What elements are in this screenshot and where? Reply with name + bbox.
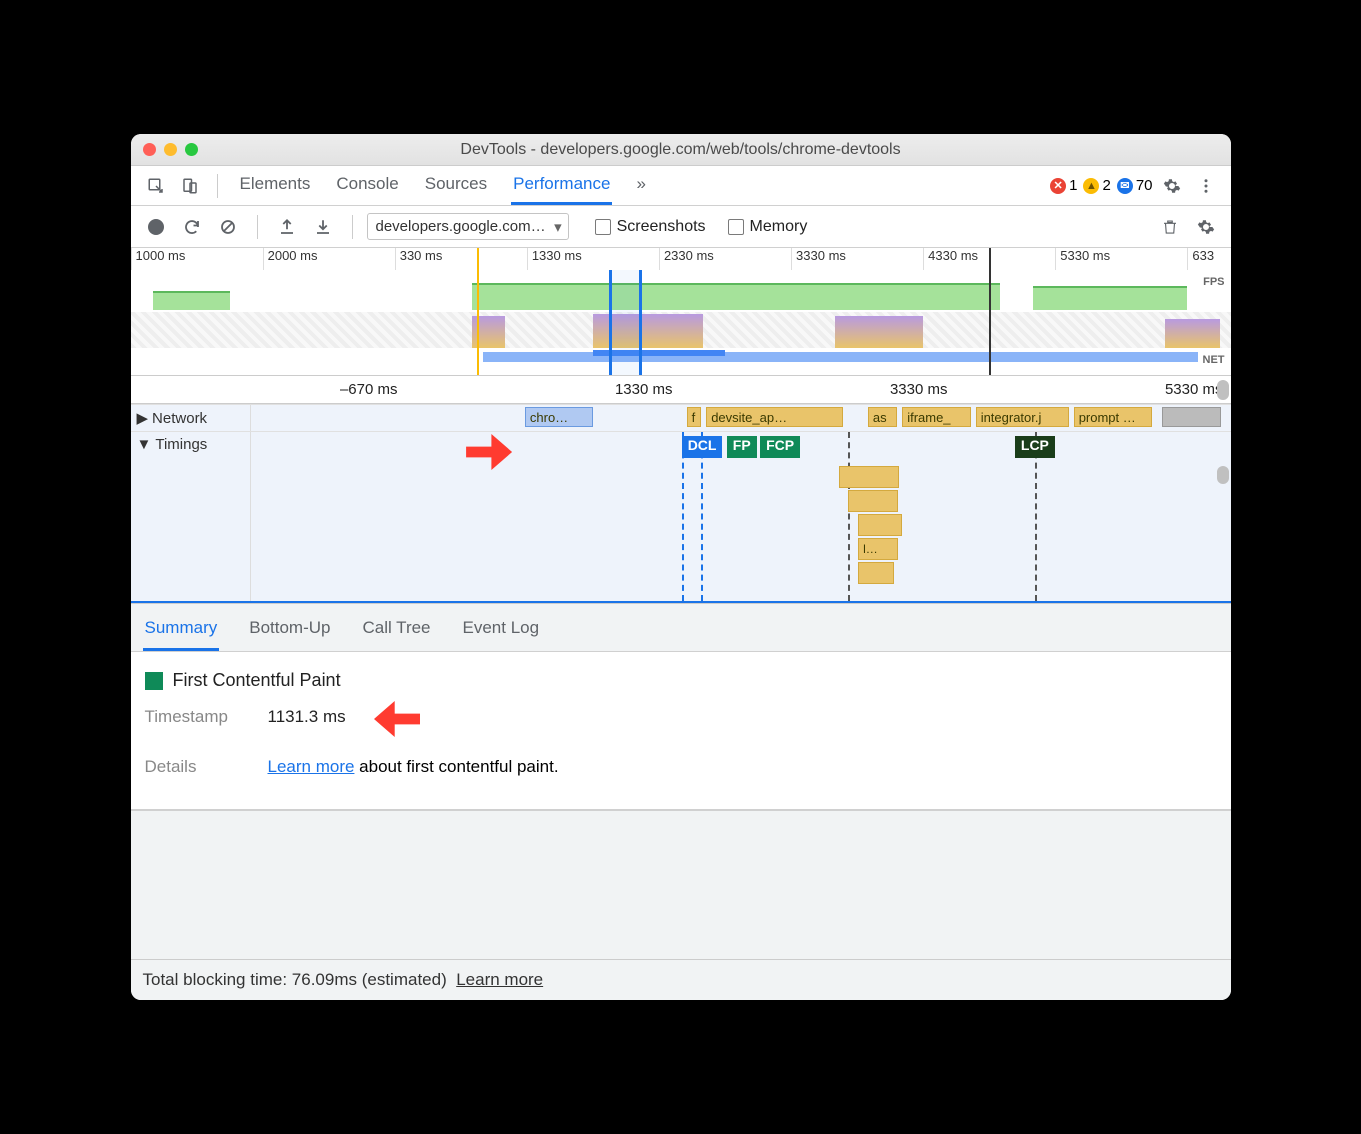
summary-title: First Contentful Paint [145,670,1217,691]
tab-elements[interactable]: Elements [238,166,313,205]
timings-row[interactable]: ▼ Timings l… DCLFPFCP LCP [131,431,1231,601]
network-row[interactable]: ▶ Network chro… fdevsite_ap… asiframe_inte… [131,404,1231,431]
close-window-button[interactable] [143,143,156,156]
flamechart-rows: ▶ Network chro… fdevsite_ap… asiframe_inte… [131,404,1231,603]
annotation-arrow-icon [466,434,512,470]
timing-marker-fp[interactable]: FP [727,436,757,458]
network-request-block[interactable]: iframe_ [902,407,971,427]
timings-row-body[interactable]: l… DCLFPFCP LCP [251,432,1231,601]
annotation-arrow-icon [374,701,420,737]
message-count[interactable]: ✉70 [1117,177,1153,194]
settings-gear-icon[interactable] [1157,171,1187,201]
inspect-element-icon[interactable] [141,171,171,201]
clear-button[interactable] [213,212,243,242]
expand-icon: ▶ [137,409,149,427]
empty-lower-pane [131,809,1231,959]
overview-lanes[interactable]: FPS CPU NET [131,270,1231,375]
delete-recording-icon[interactable] [1155,212,1185,242]
vertical-scrollbar[interactable] [1217,466,1229,484]
details-label: Details [145,757,250,777]
screenshots-checkbox[interactable]: Screenshots [595,218,706,236]
details-text: Learn more about first contentful paint. [268,757,559,777]
summary-pane: First Contentful Paint Timestamp 1131.3 … [131,652,1231,809]
net-lane [131,350,1231,364]
network-request-block[interactable]: integrator.j [976,407,1069,427]
cpu-lane [131,312,1231,348]
timing-marker-lcp[interactable]: LCP [1015,436,1055,458]
network-row-body[interactable]: chro… fdevsite_ap… asiframe_integrator.jpr… [251,405,1231,431]
divider [352,215,353,239]
network-request-block[interactable]: devsite_ap… [706,407,843,427]
tab-performance[interactable]: Performance [511,166,612,205]
flamechart-panel: –670 ms 1330 ms 3330 ms 5330 ms ▶ Networ… [131,376,1231,603]
long-task-block[interactable] [858,562,894,584]
minimize-window-button[interactable] [164,143,177,156]
long-task-block[interactable]: l… [858,538,898,560]
longtask-line [848,432,850,601]
network-request-block[interactable]: chro… [525,407,594,427]
zoom-window-button[interactable] [185,143,198,156]
network-request-block[interactable]: prompt … [1074,407,1152,427]
window-titlebar: DevTools - developers.google.com/web/too… [131,134,1231,166]
overview-start-marker [477,248,479,375]
tab-sources[interactable]: Sources [423,166,489,205]
tab-bottom-up[interactable]: Bottom-Up [247,612,332,651]
fps-lane [131,278,1231,310]
footer-status-bar: Total blocking time: 76.09ms (estimated)… [131,959,1231,1000]
panel-tabs: Elements Console Sources Performance » [238,166,648,205]
tab-overflow-button[interactable]: » [634,166,647,205]
device-toggle-icon[interactable] [175,171,205,201]
long-task-block[interactable] [839,466,899,488]
devtools-window: DevTools - developers.google.com/web/too… [131,134,1231,1000]
timings-row-header[interactable]: ▼ Timings [131,432,251,601]
overview-selection[interactable] [609,270,642,375]
timing-marker-fcp[interactable]: FCP [760,436,800,458]
warning-count[interactable]: ▲2 [1083,177,1110,194]
timing-marker-dcl[interactable]: DCL [682,436,723,458]
footer-learn-more-link[interactable]: Learn more [456,970,543,989]
window-title: DevTools - developers.google.com/web/too… [131,141,1231,159]
recording-source-select[interactable]: developers.google.com… [367,213,569,240]
load-profile-icon[interactable] [272,212,302,242]
tab-event-log[interactable]: Event Log [461,612,542,651]
flamechart-ruler: –670 ms 1330 ms 3330 ms 5330 ms [131,376,1231,404]
timestamp-label: Timestamp [145,707,250,743]
error-count[interactable]: ✕1 [1050,177,1077,194]
error-icon: ✕ [1050,178,1066,194]
timestamp-value: 1131.3 ms [268,707,346,743]
reload-record-button[interactable] [177,212,207,242]
collapse-icon: ▼ [137,436,152,453]
details-tabs: Summary Bottom-Up Call Tree Event Log [131,603,1231,652]
save-profile-icon[interactable] [308,212,338,242]
overview-lcp-marker [989,248,991,375]
blocking-time-text: Total blocking time: 76.09ms (estimated) [143,970,447,989]
long-task-block[interactable] [858,514,902,536]
network-request-block[interactable]: f [687,407,702,427]
performance-toolbar: developers.google.com… Screenshots Memor… [131,206,1231,248]
event-color-swatch [145,672,163,690]
divider [257,215,258,239]
more-options-icon[interactable] [1191,171,1221,201]
tab-call-tree[interactable]: Call Tree [360,612,432,651]
network-request-block[interactable] [1162,407,1221,427]
capture-settings-gear-icon[interactable] [1191,212,1221,242]
warning-icon: ▲ [1083,178,1099,194]
overview-panel[interactable]: 1000 ms 2000 ms 330 ms 1330 ms 2330 ms 3… [131,248,1231,376]
network-row-header[interactable]: ▶ Network [131,405,251,431]
divider [217,174,218,198]
memory-checkbox[interactable]: Memory [728,218,808,236]
vertical-scrollbar[interactable] [1217,380,1229,400]
long-task-block[interactable] [848,490,898,512]
learn-more-link[interactable]: Learn more [268,757,355,776]
tab-summary[interactable]: Summary [143,612,220,651]
network-request-block[interactable]: as [868,407,897,427]
record-button[interactable] [141,212,171,242]
message-icon: ✉ [1117,178,1133,194]
tab-console[interactable]: Console [334,166,400,205]
devtools-main-toolbar: Elements Console Sources Performance » ✕… [131,166,1231,206]
overview-ruler: 1000 ms 2000 ms 330 ms 1330 ms 2330 ms 3… [131,248,1231,270]
window-controls [143,143,198,156]
console-status: ✕1 ▲2 ✉70 [1050,177,1152,194]
